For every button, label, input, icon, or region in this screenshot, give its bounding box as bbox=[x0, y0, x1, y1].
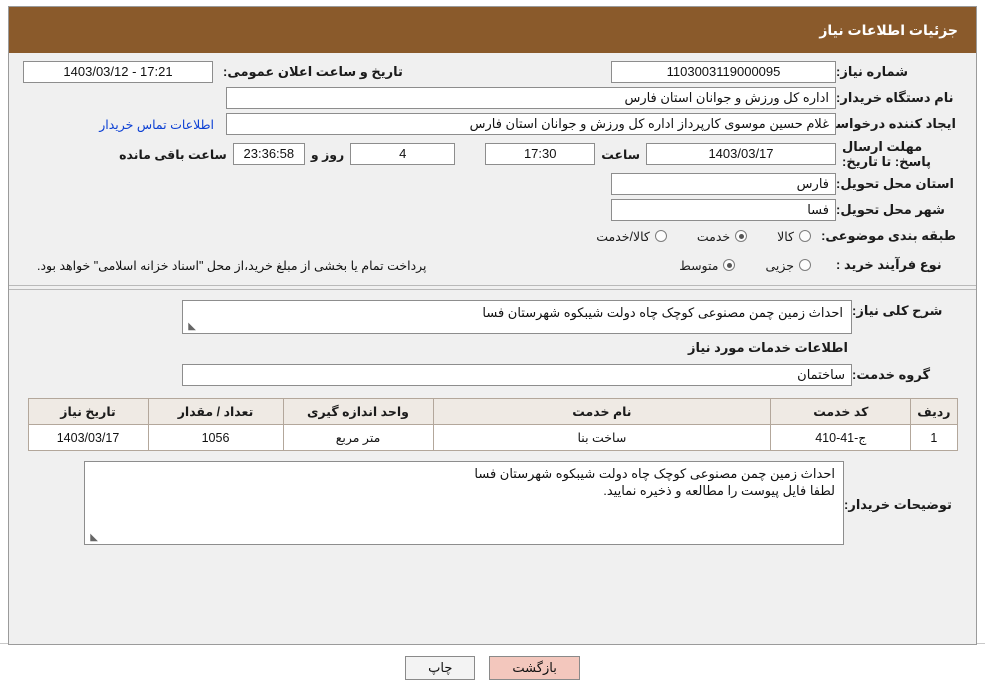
purchase-option-label: جزیی bbox=[765, 258, 794, 273]
services-section-title: اطلاعات خدمات مورد نیاز bbox=[687, 340, 848, 355]
col-unit: واحد اندازه گیری bbox=[282, 398, 434, 425]
window-title: جزئیات اطلاعات نیاز bbox=[819, 21, 958, 38]
remaining-time-value: 23:36:58 bbox=[232, 143, 305, 165]
public-announce-label: تاریخ و ساعت اعلان عمومی: bbox=[223, 64, 403, 79]
category-option-label: کالا/خدمت bbox=[596, 229, 650, 244]
buyer-notes-label: توضیحات خریدار: bbox=[844, 497, 952, 512]
city-value: فسا bbox=[611, 199, 836, 221]
buyer-notes-line: احداث زمین چمن مصنوعی کوچک چاه دولت شیبک… bbox=[474, 466, 835, 481]
need-number-label: شماره نیاز: bbox=[836, 64, 909, 79]
category-option-kala[interactable]: کالا bbox=[777, 229, 811, 244]
requester-label: ایجاد کننده درخواست: bbox=[818, 116, 956, 131]
details-window: جزئیات اطلاعات نیاز شماره نیاز: 11030031… bbox=[8, 6, 977, 645]
row-city: شهر محل تحویل: فسا bbox=[9, 197, 976, 223]
public-announce-value: 17:21 - 1403/03/12 bbox=[23, 61, 213, 83]
category-label: طبقه بندی موضوعی: bbox=[821, 228, 956, 243]
cell-quantity: 1056 bbox=[147, 424, 284, 451]
col-date: تاریخ نیاز bbox=[27, 398, 149, 425]
row-purchase-type: نوع فرآیند خرید : جزیی متوسط پرداخت تمام… bbox=[9, 249, 976, 281]
category-option-label: کالا bbox=[777, 229, 794, 244]
category-option-kala-khedmat[interactable]: کالا/خدمت bbox=[596, 229, 667, 244]
row-buyer-org: نام دستگاه خریدار: اداره کل ورزش و جوانا… bbox=[9, 85, 976, 111]
buyer-contact-link[interactable]: اطلاعات تماس خریدار bbox=[99, 117, 214, 132]
row-buyer-notes: توضیحات خریدار: احداث زمین چمن مصنوعی کو… bbox=[9, 451, 976, 547]
province-label: استان محل تحویل: bbox=[836, 176, 954, 191]
category-option-khedmat[interactable]: خدمت bbox=[696, 229, 748, 244]
col-code: کد خدمت bbox=[770, 398, 912, 425]
category-option-label: خدمت bbox=[696, 229, 731, 244]
cell-index: 1 bbox=[910, 424, 958, 451]
cell-date: 1403/03/17 bbox=[27, 424, 149, 451]
radio-icon[interactable] bbox=[735, 230, 748, 242]
row-requester: ایجاد کننده درخواست: غلام حسین موسوی کار… bbox=[9, 111, 976, 137]
row-deadline: مهلت ارسال پاسخ: تا تاریخ: 1403/03/17 سا… bbox=[9, 137, 976, 171]
purchase-note: پرداخت تمام یا بخشی از مبلغ خرید،از محل … bbox=[37, 258, 427, 273]
province-value: فارس bbox=[611, 173, 836, 195]
cell-name: ساخت بنا bbox=[432, 424, 772, 451]
row-need-number: شماره نیاز: 1103003119000095 تاریخ و ساع… bbox=[9, 59, 976, 85]
service-group-label: گروه خدمت: bbox=[852, 367, 931, 382]
deadline-hour-label: ساعت bbox=[601, 147, 640, 162]
purchase-option-jozi[interactable]: جزیی bbox=[765, 258, 811, 273]
buyer-notes-box[interactable]: احداث زمین چمن مصنوعی کوچک چاه دولت شیبک… bbox=[84, 461, 844, 545]
row-category: طبقه بندی موضوعی: کالا خدمت کالا/خدمت bbox=[9, 223, 976, 249]
deadline-date-value: 1403/03/17 bbox=[646, 143, 836, 165]
overview-label: شرح کلی نیاز: bbox=[852, 303, 943, 318]
buyer-org-label: نام دستگاه خریدار: bbox=[836, 90, 954, 105]
buyer-org-value: اداره کل ورزش و جوانان استان فارس bbox=[226, 87, 836, 109]
cell-unit: متر مربع bbox=[282, 424, 434, 451]
purchase-type-label: نوع فرآیند خرید : bbox=[836, 257, 942, 272]
buyer-notes-line: لطفا فایل پیوست را مطالعه و ذخیره نمایید… bbox=[603, 483, 835, 498]
radio-icon[interactable] bbox=[654, 230, 667, 242]
services-table: ردیف کد خدمت نام خدمت واحد اندازه گیری ت… bbox=[27, 398, 958, 451]
table-header-row: ردیف کد خدمت نام خدمت واحد اندازه گیری ت… bbox=[27, 398, 958, 425]
col-quantity: تعداد / مقدار bbox=[147, 398, 284, 425]
remaining-days-value: 4 bbox=[350, 143, 456, 165]
deadline-hour-value: 17:30 bbox=[485, 143, 596, 165]
overview-value: احداث زمین چمن مصنوعی کوچک چاه دولت شیبک… bbox=[482, 305, 843, 320]
overview-value-box[interactable]: احداث زمین چمن مصنوعی کوچک چاه دولت شیبک… bbox=[182, 300, 852, 334]
col-name: نام خدمت bbox=[432, 398, 772, 425]
need-number-value: 1103003119000095 bbox=[611, 61, 836, 83]
col-index: ردیف bbox=[910, 398, 958, 425]
radio-icon[interactable] bbox=[723, 259, 736, 271]
remaining-suffix-label: ساعت باقی مانده bbox=[119, 147, 227, 162]
form-panel: شماره نیاز: 1103003119000095 تاریخ و ساع… bbox=[9, 53, 976, 547]
purchase-option-motavasset[interactable]: متوسط bbox=[679, 258, 736, 273]
resize-handle-icon[interactable]: ◣ bbox=[88, 533, 98, 543]
back-button[interactable]: بازگشت bbox=[489, 656, 580, 680]
radio-icon[interactable] bbox=[799, 230, 811, 242]
requester-value: غلام حسین موسوی کارپرداز اداره کل ورزش و… bbox=[226, 113, 836, 135]
cell-code: ج-41-410 bbox=[770, 424, 912, 451]
row-overview: شرح کلی نیاز: احداث زمین چمن مصنوعی کوچک… bbox=[9, 290, 976, 336]
city-label: شهر محل تحویل: bbox=[836, 202, 945, 217]
footer-actions: بازگشت چاپ bbox=[0, 648, 985, 688]
deadline-label: مهلت ارسال پاسخ: تا تاریخ: bbox=[842, 139, 932, 169]
purchase-option-label: متوسط bbox=[679, 258, 719, 273]
resize-handle-icon[interactable]: ◣ bbox=[186, 322, 196, 332]
remaining-days-label: روز و bbox=[310, 147, 345, 162]
radio-icon[interactable] bbox=[799, 259, 811, 271]
row-service-group: گروه خدمت: ساختمان bbox=[9, 360, 976, 388]
table-row: 1 ج-41-410 ساخت بنا متر مربع 1056 1403/0… bbox=[27, 424, 958, 451]
row-province: استان محل تحویل: فارس bbox=[9, 171, 976, 197]
window-titlebar: جزئیات اطلاعات نیاز bbox=[9, 7, 976, 53]
print-button[interactable]: چاپ bbox=[405, 656, 476, 680]
service-group-value: ساختمان bbox=[182, 364, 852, 386]
page-root: AnaTender.net جزئیات اطلاعات نیاز شماره … bbox=[0, 0, 985, 691]
